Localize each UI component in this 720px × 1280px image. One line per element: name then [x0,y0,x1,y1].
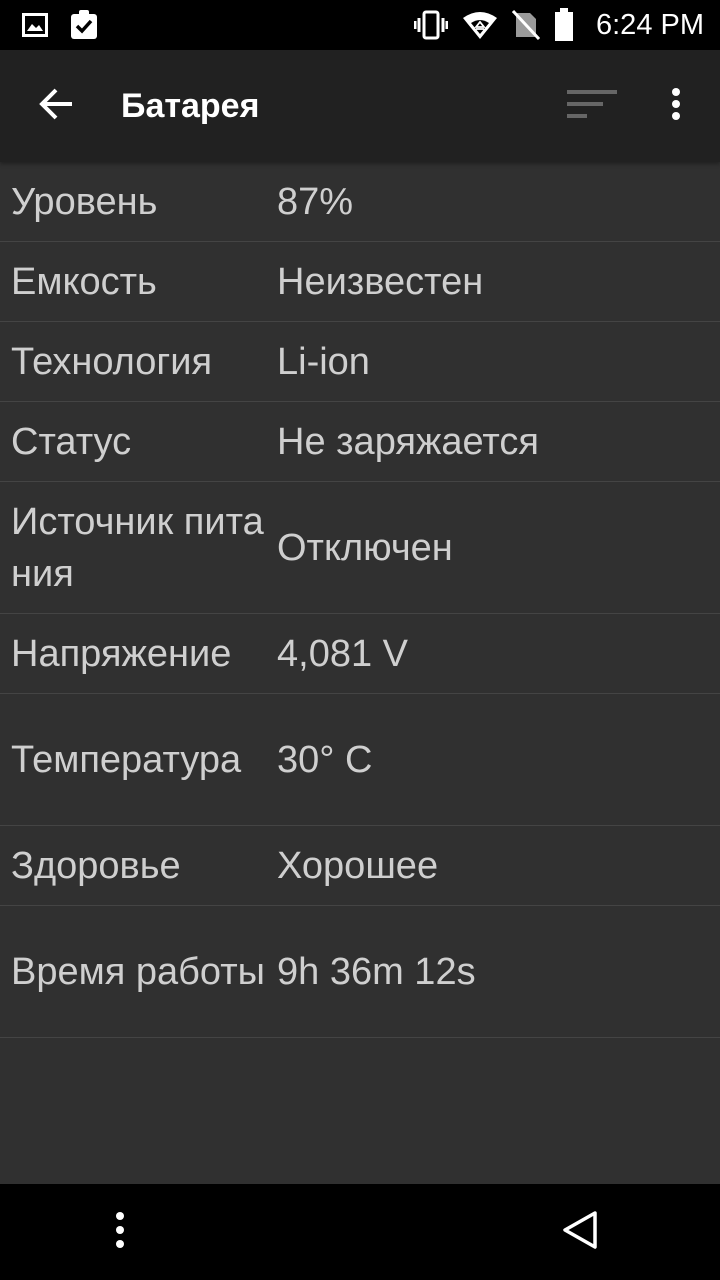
more-vert-icon [115,1211,125,1254]
list-item-level: Уровень 87% [0,162,720,242]
triangle-back-icon [561,1210,599,1255]
battery-info-list: Уровень 87% Емкость Неизвестен Технологи… [0,162,720,1038]
no-sim-icon [512,9,540,41]
clipboard-check-icon [70,10,98,40]
row-value: Неизвестен [277,260,484,303]
more-vert-icon [670,87,682,126]
image-icon [22,13,48,37]
vibrate-icon [414,10,448,40]
status-bar-left-icons [22,10,98,40]
row-label: Статус [11,420,132,463]
row-value: Хорошее [277,844,439,887]
row-label: Здоровье [11,844,181,887]
row-label: Уровень [11,180,158,223]
more-options-button[interactable] [650,80,702,132]
list-item-voltage: Напряжение 4,081 V [0,614,720,694]
list-item-uptime: Время работы 9h 36m 12s [0,906,720,1038]
status-bar: 6:24 PM [0,0,720,50]
list-item-power-source: Источник питания Отключен [0,482,720,614]
page-title: Батарея [121,87,260,125]
wifi-icon [462,10,498,40]
nav-menu-button[interactable] [96,1208,144,1256]
row-value: 30° C [277,738,373,781]
status-time: 6:24 PM [596,8,704,41]
sort-icon [565,87,619,126]
row-label: Напряжение [11,632,232,675]
sort-button[interactable] [560,80,624,132]
list-item-temperature: Температура 30° C [0,694,720,826]
row-value: 9h 36m 12s [277,950,476,993]
app-bar: Батарея [0,50,720,162]
row-label: Емкость [11,260,157,303]
status-bar-right-icons: 6:24 PM [414,6,704,44]
row-value: Li-ion [277,340,370,383]
row-value: 4,081 V [277,632,408,675]
row-label: Температура [11,738,242,781]
arrow-left-icon [38,86,74,127]
screen: 6:24 PM Батарея Уровень 87% Емкость Неиз… [0,0,720,1280]
back-button[interactable] [30,80,82,132]
row-value: Не заряжается [277,420,539,463]
row-value: Отключен [277,526,453,569]
row-label: Время работы [11,950,265,993]
list-item-status: Статус Не заряжается [0,402,720,482]
battery-icon [554,8,574,42]
navigation-bar [0,1184,720,1280]
row-label: Источник питания [11,500,264,595]
list-item-capacity: Емкость Неизвестен [0,242,720,322]
row-value: 87% [277,180,354,223]
list-item-health: Здоровье Хорошее [0,826,720,906]
list-item-technology: Технология Li-ion [0,322,720,402]
nav-back-button[interactable] [556,1208,604,1256]
row-label: Технология [11,340,213,383]
